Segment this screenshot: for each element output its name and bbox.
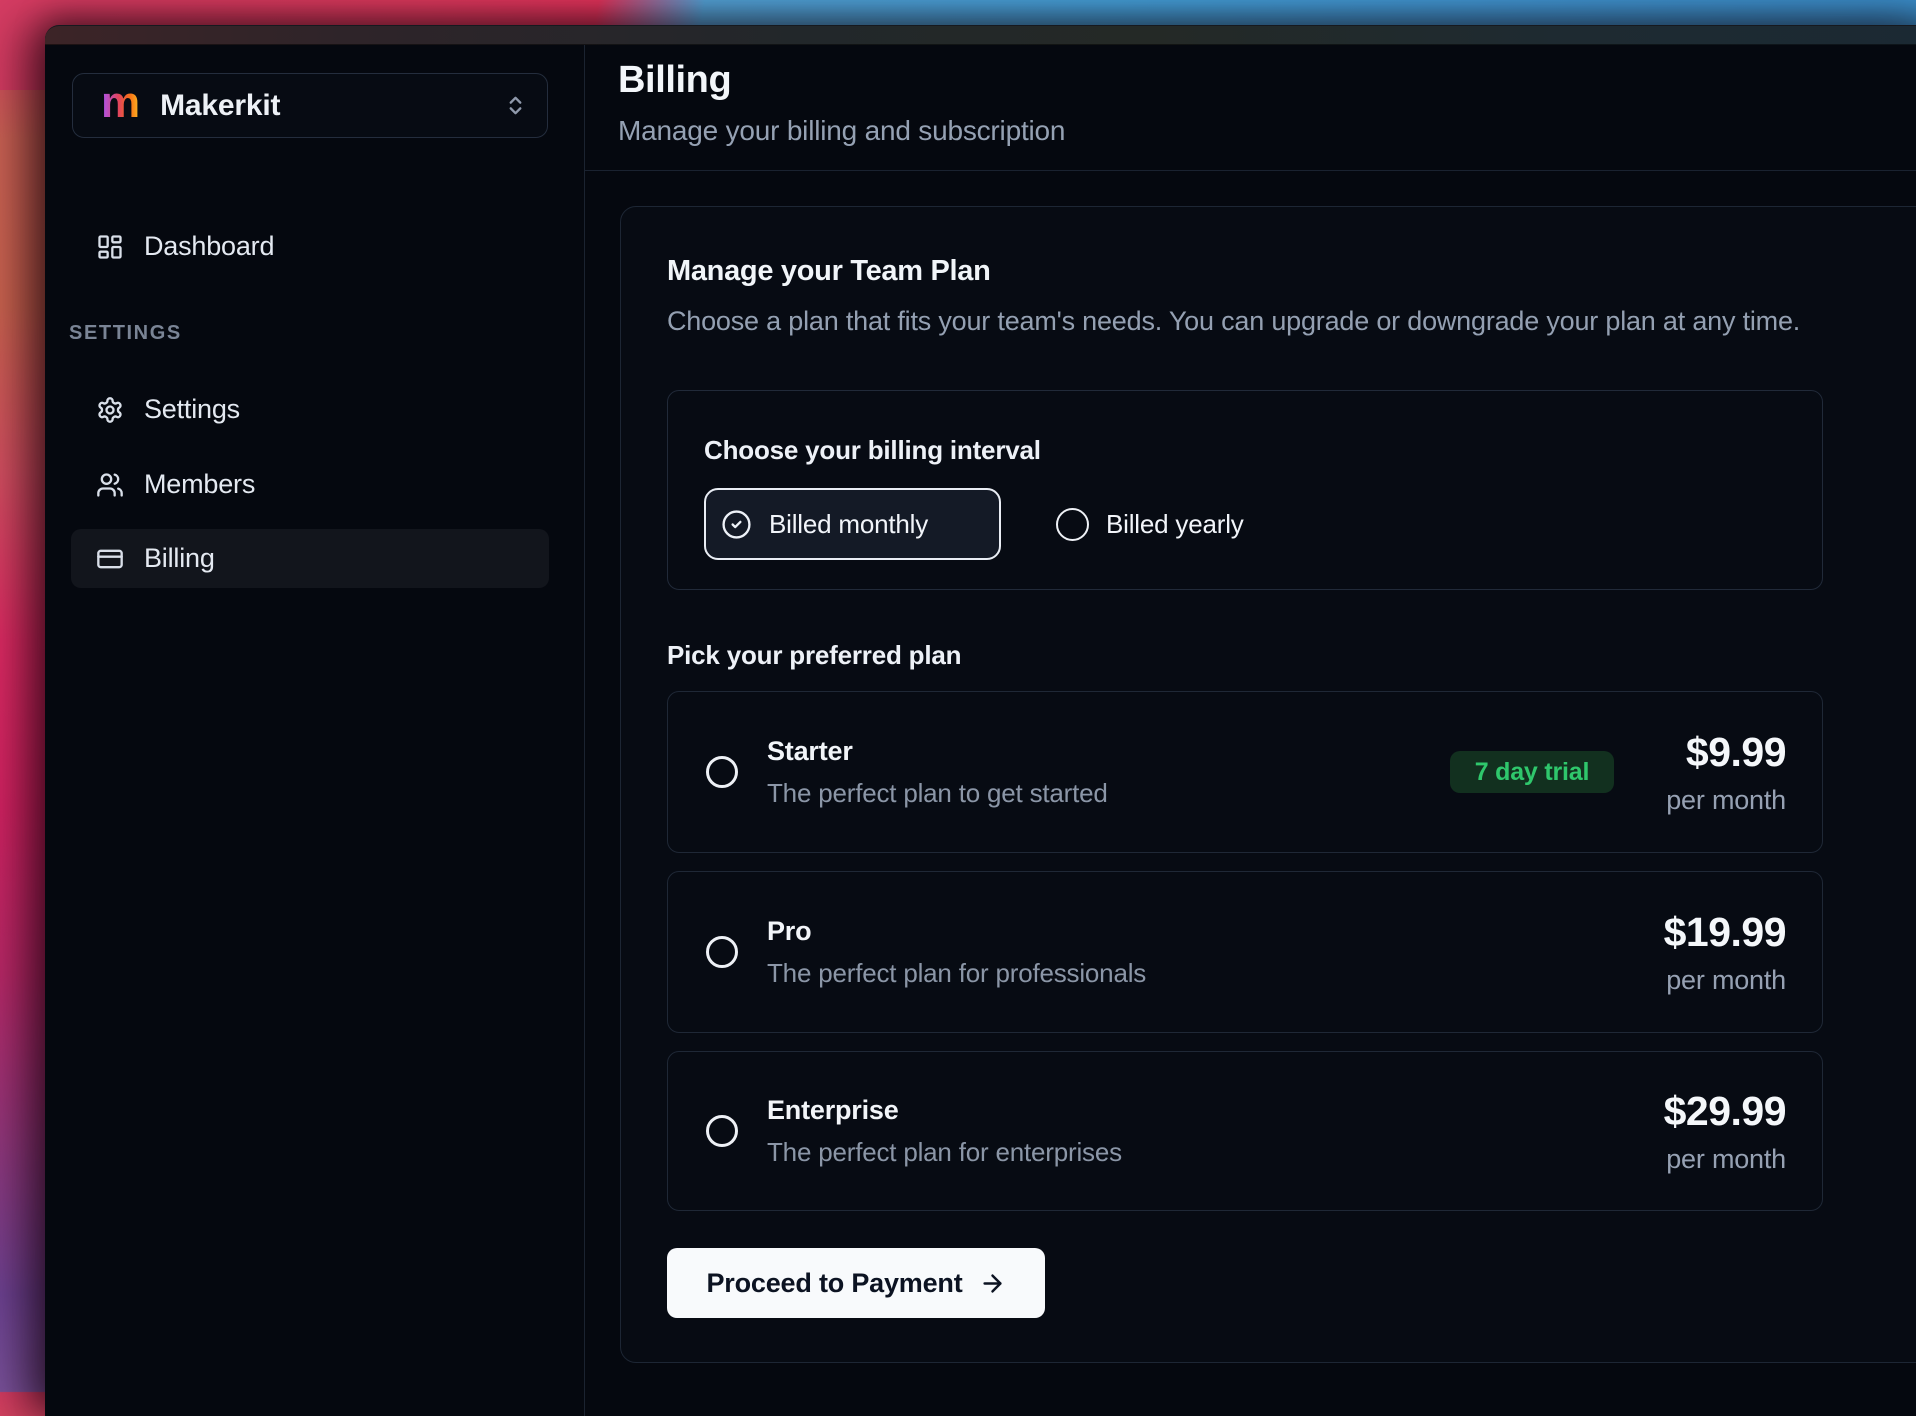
workspace-selector[interactable]: m Makerkit (72, 73, 548, 138)
chevrons-up-down-icon (504, 94, 527, 117)
sidebar-item-members[interactable]: Members (71, 455, 549, 514)
plan-cadence: per month (1666, 965, 1786, 996)
workspace-name: Makerkit (160, 89, 280, 123)
plan-option-enterprise[interactable]: Enterprise The perfect plan for enterpri… (667, 1051, 1823, 1211)
billing-interval-group: Choose your billing interval Billed mont… (667, 390, 1823, 590)
proceed-to-payment-label: Proceed to Payment (707, 1268, 963, 1299)
plan-cadence: per month (1666, 785, 1786, 816)
header-divider (585, 170, 1916, 171)
sidebar-item-label: Members (144, 469, 255, 500)
trial-badge: 7 day trial (1450, 751, 1615, 793)
radio-unchecked-icon (1056, 508, 1089, 541)
gear-icon (96, 396, 124, 424)
sidebar-item-dashboard[interactable]: Dashboard (71, 217, 549, 276)
plan-name: Starter (767, 736, 1108, 767)
plan-description: The perfect plan for enterprises (767, 1137, 1122, 1168)
billed-yearly-label: Billed yearly (1106, 509, 1244, 540)
proceed-to-payment-button[interactable]: Proceed to Payment (667, 1248, 1045, 1318)
page-subtitle: Manage your billing and subscription (618, 115, 1065, 147)
page-title: Billing (618, 59, 731, 102)
plans-section-label: Pick your preferred plan (667, 640, 961, 671)
credit-card-icon (96, 545, 124, 573)
sidebar-item-label: Dashboard (144, 231, 274, 262)
plan-name: Pro (767, 916, 1146, 947)
makerkit-logo: m (101, 81, 140, 125)
app-body: m Makerkit Dashboard SETTINGS Settings (45, 45, 1916, 1416)
billed-monthly-option[interactable]: Billed monthly (704, 488, 1001, 560)
arrow-right-icon (979, 1270, 1006, 1297)
plan-cadence: per month (1666, 1144, 1786, 1175)
radio-unchecked-icon[interactable] (706, 936, 738, 968)
card-title: Manage your Team Plan (667, 255, 991, 288)
sidebar: m Makerkit Dashboard SETTINGS Settings (45, 45, 585, 1416)
plan-option-pro[interactable]: Pro The perfect plan for professionals $… (667, 871, 1823, 1033)
plan-price: $19.99 (1664, 909, 1786, 956)
dashboard-icon (96, 233, 124, 261)
app-window: m Makerkit Dashboard SETTINGS Settings (45, 25, 1916, 1416)
plan-description: The perfect plan for professionals (767, 958, 1146, 989)
check-circle-icon (721, 509, 752, 540)
billed-monthly-label: Billed monthly (769, 509, 928, 540)
plan-price: $29.99 (1664, 1088, 1786, 1135)
sidebar-item-settings[interactable]: Settings (71, 380, 549, 439)
plan-name: Enterprise (767, 1095, 1122, 1126)
card-subtitle: Choose a plan that fits your team's need… (667, 306, 1800, 337)
plan-description: The perfect plan to get started (767, 778, 1108, 809)
radio-unchecked-icon[interactable] (706, 756, 738, 788)
sidebar-item-label: Billing (144, 543, 215, 574)
billed-yearly-option[interactable]: Billed yearly (1056, 504, 1244, 544)
billing-interval-label: Choose your billing interval (704, 435, 1041, 466)
team-plan-card: Manage your Team Plan Choose a plan that… (620, 206, 1916, 1363)
users-icon (96, 471, 124, 499)
plan-option-starter[interactable]: Starter The perfect plan to get started … (667, 691, 1823, 853)
window-titlebar (45, 26, 1916, 45)
radio-unchecked-icon[interactable] (706, 1115, 738, 1147)
main-content: Billing Manage your billing and subscrip… (585, 45, 1916, 1416)
sidebar-section-label: SETTINGS (69, 322, 182, 345)
sidebar-item-billing[interactable]: Billing (71, 529, 549, 588)
sidebar-item-label: Settings (144, 394, 240, 425)
plan-price: $9.99 (1686, 729, 1786, 776)
